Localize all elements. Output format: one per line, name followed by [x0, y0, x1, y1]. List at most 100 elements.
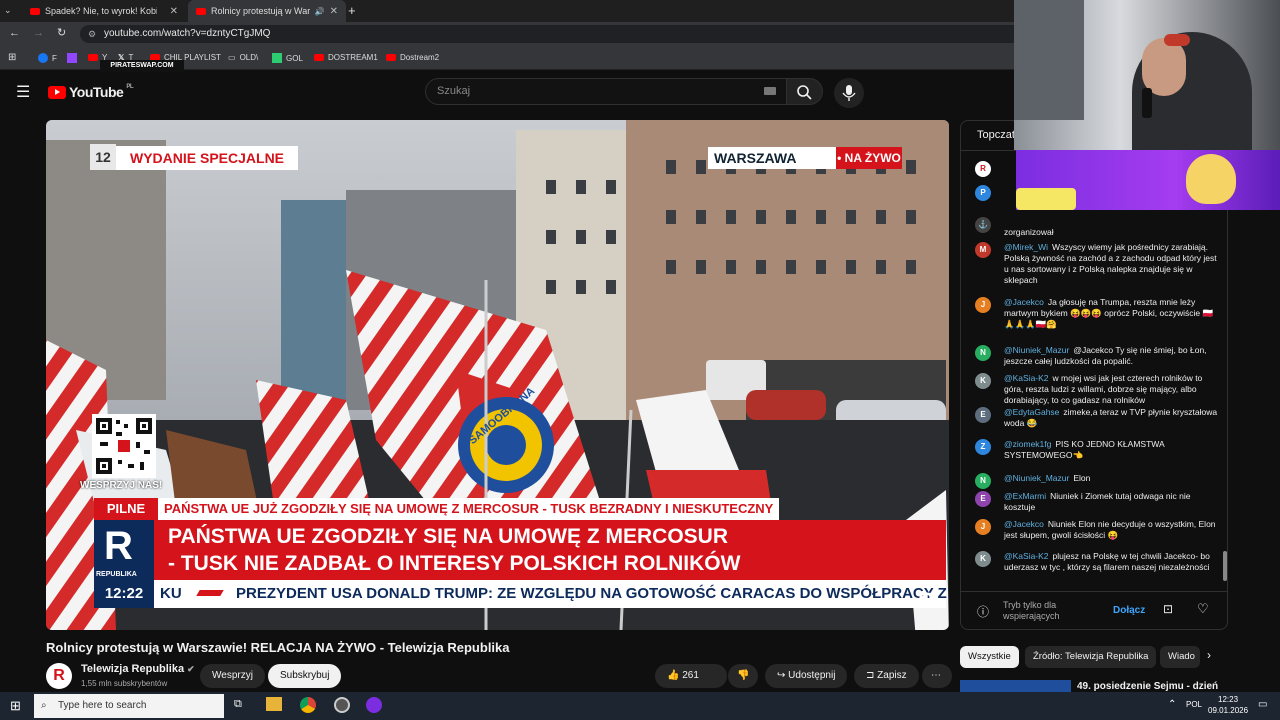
recommended-title[interactable]: 49. posiedzenie Sejmu - dzień: [1077, 681, 1218, 692]
thumbs-down-icon: 👎: [737, 670, 750, 681]
bookmark-dostream2[interactable]: Dostream2: [386, 53, 439, 62]
headline-line-2: - TUSK NIE ZADBAŁ O INTERESY POLSKICH RO…: [168, 552, 741, 575]
task-view-icon[interactable]: ⧉: [234, 698, 242, 711]
obs-icon[interactable]: [334, 697, 350, 713]
tab-spadek[interactable]: Spadek? Nie, to wyrok! Kobieta ✕: [22, 0, 186, 22]
avatar: M: [975, 242, 991, 258]
chat-author[interactable]: @EdytaGahse: [1004, 407, 1059, 417]
apps-grid-icon[interactable]: ⊞: [8, 52, 16, 63]
tab-rolnicy[interactable]: Rolnicy protestują w Warsz 🔊 ✕: [188, 0, 346, 22]
forward-icon[interactable]: →: [33, 27, 44, 39]
language-indicator[interactable]: POL: [1186, 700, 1202, 709]
location-label: WARSZAWA: [708, 147, 836, 169]
file-explorer-icon[interactable]: [266, 697, 282, 711]
chat-author[interactable]: @Jacekco: [1004, 297, 1044, 307]
chevron-right-icon[interactable]: ›: [1207, 648, 1211, 662]
share-button[interactable]: ↪ Udostępnij: [765, 664, 848, 688]
avatar: E: [975, 491, 991, 507]
speaker-icon[interactable]: 🔊: [315, 7, 325, 16]
chat-scrollbar[interactable]: [1223, 551, 1227, 581]
chat-author[interactable]: @KaSia-K2: [1004, 551, 1049, 561]
windows-start-icon[interactable]: ⊞: [10, 698, 21, 714]
chat-author[interactable]: @Niuniek_Mazur: [1004, 345, 1069, 355]
chat-author[interactable]: @Mirek_Wi: [1004, 242, 1048, 252]
chat-message-body: @Jacekco Niuniek Elon nie decyduje o wszy…: [1004, 519, 1220, 541]
join-button[interactable]: Dołącz: [1113, 605, 1145, 616]
notification-icon[interactable]: ▭: [1258, 699, 1267, 710]
youtube-logo[interactable]: YouTube PL: [48, 84, 133, 100]
chrome-icon[interactable]: [300, 697, 316, 713]
youtube-icon: [314, 54, 324, 61]
clock-time[interactable]: 12:23: [1218, 695, 1238, 704]
bookmark-label: F: [52, 53, 57, 63]
channel-name[interactable]: Telewizja Republika ✔: [81, 663, 195, 675]
bookmark-f[interactable]: F: [38, 53, 57, 63]
chip-all[interactable]: Wszystkie: [960, 646, 1019, 668]
chat-footer: ⓘ Tryb tylko dla wspierających Dołącz ⊡ …: [961, 591, 1227, 629]
dislike-button[interactable]: 👎: [728, 664, 758, 688]
youtube-favicon-icon: [196, 7, 206, 15]
video-title: Rolnicy protestują w Warszawie! RELACJA …: [46, 640, 510, 655]
channel-number-badge: 12: [90, 144, 116, 170]
share-icon: ↪: [777, 670, 786, 681]
info-icon[interactable]: ⓘ: [977, 603, 989, 620]
tab-list-icon[interactable]: ⌄: [4, 5, 12, 16]
keyboard-icon[interactable]: [764, 87, 776, 95]
search-input[interactable]: Szukaj: [425, 78, 787, 105]
close-tab-icon[interactable]: ✕: [170, 6, 178, 17]
menu-icon[interactable]: ☰: [16, 82, 30, 102]
logo-letter: R: [104, 524, 133, 568]
more-actions-button[interactable]: ⋯: [922, 664, 952, 688]
back-icon[interactable]: ←: [9, 27, 20, 39]
site-info-icon[interactable]: ⚙: [88, 25, 96, 43]
url-bar[interactable]: ⚙ youtube.com/watch?v=dzntyCTgJMQ: [80, 25, 1030, 43]
chat-message-body: @EdytaGahse zimeke,a teraz w TVP płynie k…: [1004, 407, 1220, 429]
qr-code: [92, 414, 156, 478]
ticker-separator: [196, 590, 224, 596]
bookmark-old[interactable]: ▭ OLD\: [228, 53, 258, 62]
chat-author[interactable]: @Niuniek_Mazur: [1004, 473, 1069, 483]
avatar: E: [975, 407, 991, 423]
avatar: K: [975, 551, 991, 567]
tray-chevron-icon[interactable]: ⌃: [1168, 699, 1176, 710]
members-only-text: wspierających: [1003, 611, 1060, 621]
channel-avatar[interactable]: R: [46, 663, 72, 689]
recommended-thumbnail[interactable]: [960, 680, 1071, 692]
search-button[interactable]: [787, 78, 823, 105]
chip-source[interactable]: Źródło: Telewizja Republika: [1025, 646, 1157, 668]
chat-message-body: @Jacekco Ja głosuję na Trumpa, reszta mni…: [1004, 297, 1220, 330]
voice-search-button[interactable]: [834, 78, 864, 108]
heart-icon[interactable]: ♡: [1197, 601, 1209, 617]
video-player[interactable]: SAMOOBRONA 12 WYDANIE SPECJALNE WARSZAWA…: [46, 120, 949, 630]
chip-news[interactable]: Wiado: [1160, 646, 1200, 668]
app-icon[interactable]: [366, 697, 382, 713]
taskbar-search-input[interactable]: ⌕ Type here to search: [34, 694, 224, 718]
chat-author[interactable]: @KaSia-K2: [1004, 373, 1049, 383]
avatar: J: [975, 297, 991, 313]
headline-line-1: PAŃSTWA UE ZGODZIŁY SIĘ NA UMOWĘ Z MERCO…: [168, 525, 729, 548]
bookmark-dostream1[interactable]: DOSTREAM1: [314, 53, 378, 62]
chat-author[interactable]: @ExMarmi: [1004, 491, 1046, 501]
subscribe-button[interactable]: Subskrybuj: [268, 664, 342, 688]
region-code: PL: [126, 84, 133, 90]
chat-author[interactable]: @ziomek1fg: [1004, 439, 1051, 449]
bookmark-gol[interactable]: GOL: [272, 53, 303, 63]
reload-icon[interactable]: ↻: [57, 26, 66, 39]
url-text: youtube.com/watch?v=dzntyCTgJMQ: [104, 28, 271, 39]
verified-icon: ✔: [187, 664, 195, 674]
clock-date[interactable]: 09.01.2026: [1208, 706, 1248, 715]
chat-author[interactable]: @Jacekco: [1004, 519, 1044, 529]
bookmark-twitch[interactable]: [67, 53, 77, 63]
avatar: R: [975, 161, 991, 177]
bookmark-label: DOSTREAM1: [328, 53, 378, 62]
like-button[interactable]: 👍 261 tys.: [655, 664, 727, 705]
new-tab-icon[interactable]: +: [348, 3, 356, 18]
super-chat-icon[interactable]: ⊡: [1163, 602, 1173, 616]
breaking-text: PAŃSTWA UE JUŻ ZGODZIŁY SIĘ NA UMOWĘ Z M…: [158, 498, 780, 520]
taskbar-search-placeholder: Type here to search: [58, 700, 147, 711]
support-button[interactable]: Wesprzyj: [200, 664, 265, 688]
save-button[interactable]: ⊐ Zapisz: [854, 664, 919, 688]
close-tab-icon[interactable]: ✕: [330, 6, 338, 17]
window: [1014, 0, 1084, 120]
republika-logo: R REPUBLIKA: [94, 520, 154, 580]
